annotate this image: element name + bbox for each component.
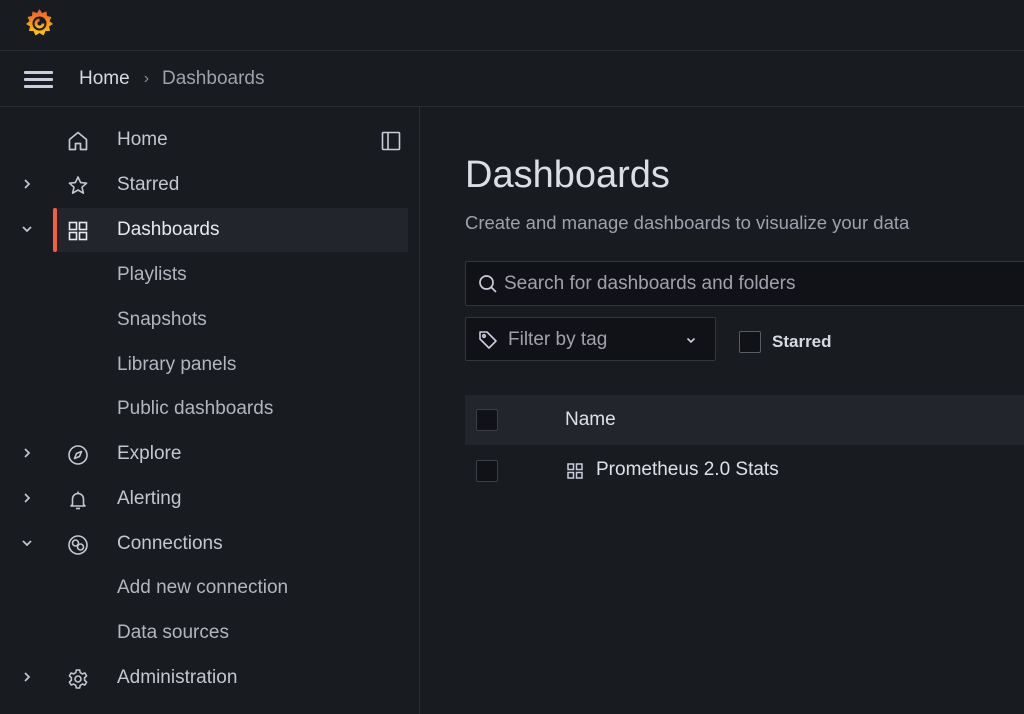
tag-filter-select[interactable]: Filter by tag: [465, 317, 716, 361]
select-all-checkbox[interactable]: [476, 409, 498, 431]
main-content: Dashboards Create and manage dashboards …: [421, 107, 1024, 714]
sidebar-item-alerting[interactable]: Alerting: [0, 477, 408, 521]
sidebar-subitem-add-new-connection[interactable]: Add new connection: [117, 577, 288, 599]
top-bar: [0, 0, 1024, 51]
search-icon: [478, 274, 498, 294]
star-icon: [66, 174, 90, 198]
page-subtitle: Create and manage dashboards to visualiz…: [465, 212, 910, 233]
sidebar-subitem-playlists[interactable]: Playlists: [117, 264, 187, 286]
column-header-name[interactable]: Name: [565, 409, 616, 431]
sidebar-item-label: Starred: [117, 174, 180, 195]
sidebar-item-starred[interactable]: Starred: [0, 163, 408, 207]
gear-icon: [66, 667, 90, 691]
nav-bar: Home › Dashboards: [0, 51, 1024, 107]
sidebar-item-explore[interactable]: Explore: [0, 432, 408, 476]
bell-icon: [66, 488, 90, 512]
search-input[interactable]: [504, 262, 1024, 305]
dashboards-icon: [566, 462, 584, 480]
breadcrumb: Home › Dashboards: [79, 67, 264, 91]
breadcrumb-separator: ›: [143, 70, 150, 87]
dashboards-icon: [66, 219, 90, 243]
sidebar-item-label: Dashboards: [117, 219, 220, 240]
chevron-down-icon[interactable]: [20, 536, 34, 550]
sidebar-item-administration[interactable]: Administration: [0, 656, 408, 700]
sidebar-subitem-data-sources[interactable]: Data sources: [117, 622, 229, 644]
sidebar-item-connections[interactable]: Connections: [0, 522, 408, 566]
chevron-right-icon[interactable]: [20, 177, 34, 191]
connections-icon: [66, 533, 90, 557]
starred-checkbox[interactable]: [739, 331, 761, 353]
sidebar-subitem-snapshots[interactable]: Snapshots: [117, 309, 207, 331]
sidebar-subitem-library-panels[interactable]: Library panels: [117, 354, 236, 376]
search-box: [465, 261, 1024, 306]
sidebar-subitem-public-dashboards[interactable]: Public dashboards: [117, 398, 273, 420]
sidebar-item-label: Home: [117, 129, 168, 150]
chevron-right-icon[interactable]: [20, 491, 34, 505]
menu-toggle-icon[interactable]: [24, 69, 54, 89]
breadcrumb-current: Dashboards: [162, 68, 265, 89]
chevron-down-icon[interactable]: [20, 222, 34, 236]
row-checkbox[interactable]: [476, 460, 498, 482]
chevron-down-icon: [685, 334, 697, 346]
tag-filter-placeholder: Filter by tag: [508, 329, 608, 350]
chevron-right-icon[interactable]: [20, 670, 34, 684]
sidebar-item-home[interactable]: Home: [0, 118, 408, 162]
starred-label[interactable]: Starred: [772, 332, 832, 352]
sidebar-item-label: Administration: [117, 667, 238, 688]
breadcrumb-home[interactable]: Home: [79, 68, 130, 90]
sidebar-item-dashboards[interactable]: Dashboards: [22, 208, 408, 252]
grafana-logo-icon[interactable]: [23, 7, 56, 40]
sidebar-item-label: Explore: [117, 443, 182, 464]
active-indicator: [53, 208, 57, 252]
table-row[interactable]: Prometheus 2.0 Stats: [465, 446, 1024, 496]
table-header: Name: [465, 395, 1024, 445]
home-icon: [66, 129, 90, 153]
page-title: Dashboards: [465, 154, 670, 196]
sidebar: Home Starred Dashboards Playlists Snapsh…: [0, 107, 420, 714]
chevron-right-icon[interactable]: [20, 446, 34, 460]
dashboard-link[interactable]: Prometheus 2.0 Stats: [596, 459, 779, 481]
sidebar-item-label: Alerting: [117, 488, 182, 509]
compass-icon: [66, 443, 90, 467]
sidebar-item-label: Connections: [117, 533, 223, 554]
tag-icon: [478, 330, 498, 350]
